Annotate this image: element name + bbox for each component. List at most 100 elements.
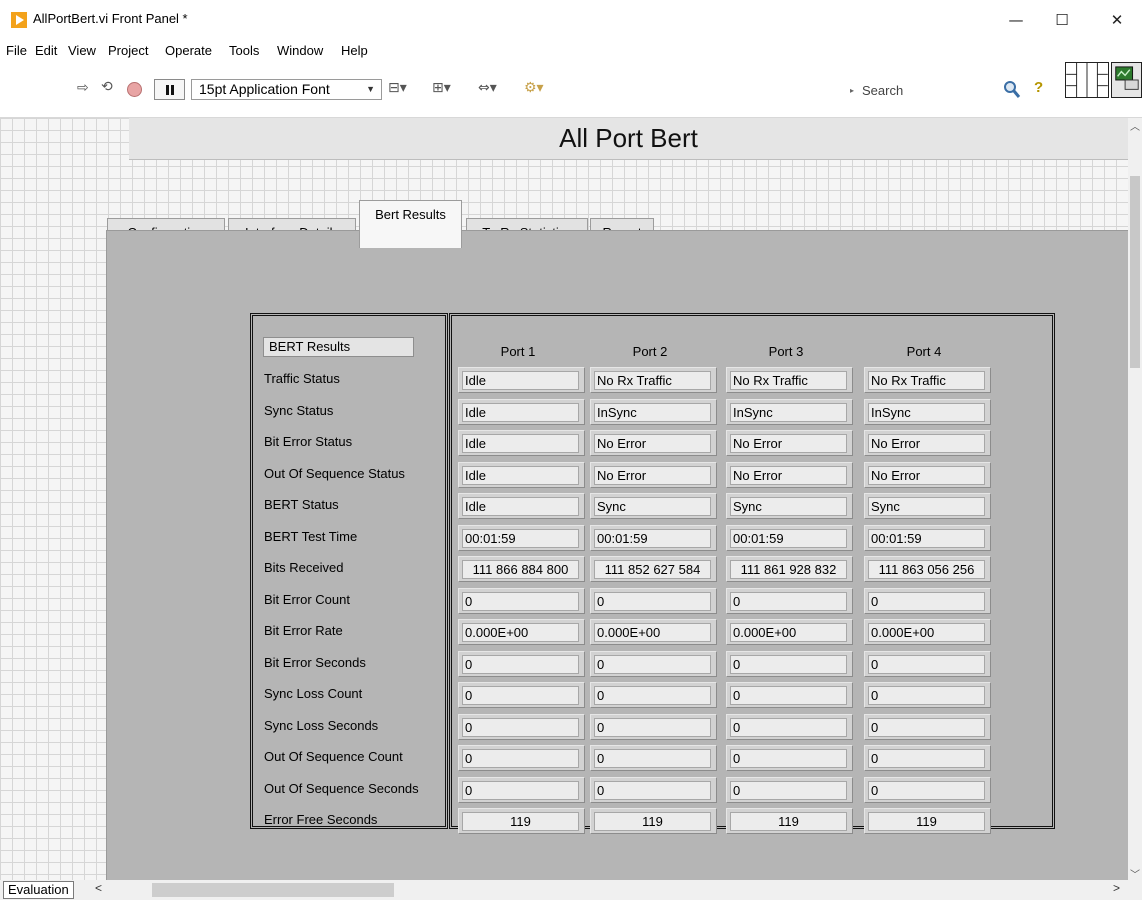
vertical-scroll-thumb[interactable]: [1130, 176, 1140, 368]
result-value: Idle: [462, 434, 579, 453]
menu-file[interactable]: File: [6, 43, 27, 58]
result-indicator: Idle: [458, 367, 585, 393]
result-value: 0: [462, 686, 579, 705]
abort-icon[interactable]: [127, 82, 142, 97]
result-value: 0.000E+00: [868, 623, 985, 642]
close-button[interactable]: ✕: [1094, 0, 1140, 40]
result-indicator: No Error: [590, 462, 717, 488]
ports-results-grid: Port 1 Idle Idle Idle Idle Idle 00:01:59 111 8…: [449, 313, 1055, 834]
row-label-bert-status: BERT Status: [264, 497, 339, 512]
minimize-button[interactable]: —: [993, 0, 1039, 40]
scroll-left-icon[interactable]: <: [95, 881, 102, 895]
row-label-bit-error-rate: Bit Error Rate: [264, 623, 343, 638]
result-value: No Error: [730, 466, 847, 485]
result-indicator: 111 863 056 256: [864, 556, 991, 582]
result-value: No Error: [868, 434, 985, 453]
reorder-icon[interactable]: ⚙▾: [524, 80, 544, 96]
scroll-down-icon[interactable]: ﹀: [1128, 866, 1142, 881]
vertical-scrollbar[interactable]: ︿ ﹀: [1128, 118, 1142, 881]
toolbar: ⇨ ⟲ 15pt Application Font ▼ ⊟▾ ⊞▾ ⇔▾ ⚙▾ …: [0, 62, 1142, 118]
maximize-button[interactable]: ☐: [1039, 0, 1085, 40]
scroll-up-icon[interactable]: ︿: [1128, 118, 1142, 133]
menu-tools[interactable]: Tools: [229, 43, 259, 58]
result-value: 0.000E+00: [730, 623, 847, 642]
row-label-sync-loss-count: Sync Loss Count: [264, 686, 363, 701]
result-indicator: 0.000E+00: [864, 619, 991, 645]
result-indicator: Sync: [864, 493, 991, 519]
result-value: No Error: [868, 466, 985, 485]
menu-help[interactable]: Help: [341, 43, 368, 58]
result-indicator: 0: [726, 682, 853, 708]
labview-app-icon: [11, 12, 27, 28]
font-select-value: 15pt Application Font: [199, 81, 330, 97]
run-continuously-icon[interactable]: ⟲: [101, 79, 113, 95]
search-input[interactable]: Search: [848, 81, 928, 101]
result-indicator: No Rx Traffic: [590, 367, 717, 393]
menu-window[interactable]: Window: [277, 43, 323, 58]
scroll-right-icon[interactable]: >: [1113, 881, 1120, 895]
align-objects-icon[interactable]: ⊟▾: [388, 80, 407, 96]
pause-icon[interactable]: [154, 79, 185, 100]
result-value: 00:01:59: [462, 529, 579, 548]
tab-bert-results[interactable]: Bert Results: [359, 200, 462, 248]
result-indicator: 111 861 928 832: [726, 556, 853, 582]
result-indicator: 119: [458, 808, 585, 834]
menu-project[interactable]: Project: [108, 43, 148, 58]
help-icon[interactable]: ?: [1034, 79, 1043, 96]
result-value: 0: [462, 655, 579, 674]
result-value: 0: [730, 718, 847, 737]
menu-view[interactable]: View: [68, 43, 96, 58]
result-indicator: 0: [590, 745, 717, 771]
result-value: 0: [730, 655, 847, 674]
result-value: No Error: [594, 434, 711, 453]
result-value: 0: [462, 781, 579, 800]
result-value: 0: [462, 718, 579, 737]
distribute-objects-icon[interactable]: ⊞▾: [432, 80, 451, 96]
horizontal-scroll-thumb[interactable]: [152, 883, 394, 897]
bert-results-heading: BERT Results: [263, 337, 414, 357]
window-title: AllPortBert.vi Front Panel *: [33, 11, 188, 26]
status-bar: Evaluation < >: [0, 880, 1142, 900]
result-indicator: No Error: [864, 430, 991, 456]
row-label-traffic-status: Traffic Status: [264, 371, 340, 386]
row-label-out-of-sequence-seconds: Out Of Sequence Seconds: [264, 781, 419, 796]
result-value: 00:01:59: [594, 529, 711, 548]
search-icon[interactable]: [1003, 79, 1021, 99]
result-indicator: InSync: [864, 399, 991, 425]
result-indicator: 111 852 627 584: [590, 556, 717, 582]
result-indicator: 0: [590, 777, 717, 803]
result-indicator: 0: [590, 714, 717, 740]
result-indicator: 0: [458, 777, 585, 803]
result-value: 119: [594, 812, 711, 831]
row-label-bit-error-status: Bit Error Status: [264, 434, 353, 449]
font-select[interactable]: 15pt Application Font ▼: [191, 79, 382, 100]
result-indicator: 0: [458, 588, 585, 614]
result-indicator: 119: [590, 808, 717, 834]
result-indicator: 0: [726, 714, 853, 740]
result-indicator: 0.000E+00: [726, 619, 853, 645]
front-panel: All Port Bert Configuration Interface De…: [0, 118, 1128, 880]
evaluation-label: Evaluation: [3, 881, 74, 899]
result-indicator: 0: [458, 714, 585, 740]
result-indicator: 0: [864, 682, 991, 708]
result-indicator: InSync: [590, 399, 717, 425]
result-indicator: 0: [864, 714, 991, 740]
bert-results-labels: BERT Results Traffic Status Sync Status …: [250, 313, 448, 829]
result-indicator: 119: [726, 808, 853, 834]
chevron-down-icon: ▼: [366, 84, 375, 94]
result-indicator: No Error: [590, 430, 717, 456]
result-value: No Error: [594, 466, 711, 485]
resize-objects-icon[interactable]: ⇔▾: [478, 80, 497, 96]
run-icon[interactable]: ⇨: [77, 80, 89, 96]
result-value: InSync: [730, 403, 847, 422]
result-indicator: No Error: [864, 462, 991, 488]
title-banner: All Port Bert: [129, 118, 1128, 160]
tab-control: Configuration Interface Details Bert Res…: [106, 200, 1128, 880]
result-value: Idle: [462, 466, 579, 485]
result-value: 119: [462, 812, 579, 831]
result-indicator: No Rx Traffic: [864, 367, 991, 393]
menu-operate[interactable]: Operate: [165, 43, 212, 58]
result-indicator: No Rx Traffic: [726, 367, 853, 393]
menu-edit[interactable]: Edit: [35, 43, 57, 58]
result-indicator: InSync: [726, 399, 853, 425]
